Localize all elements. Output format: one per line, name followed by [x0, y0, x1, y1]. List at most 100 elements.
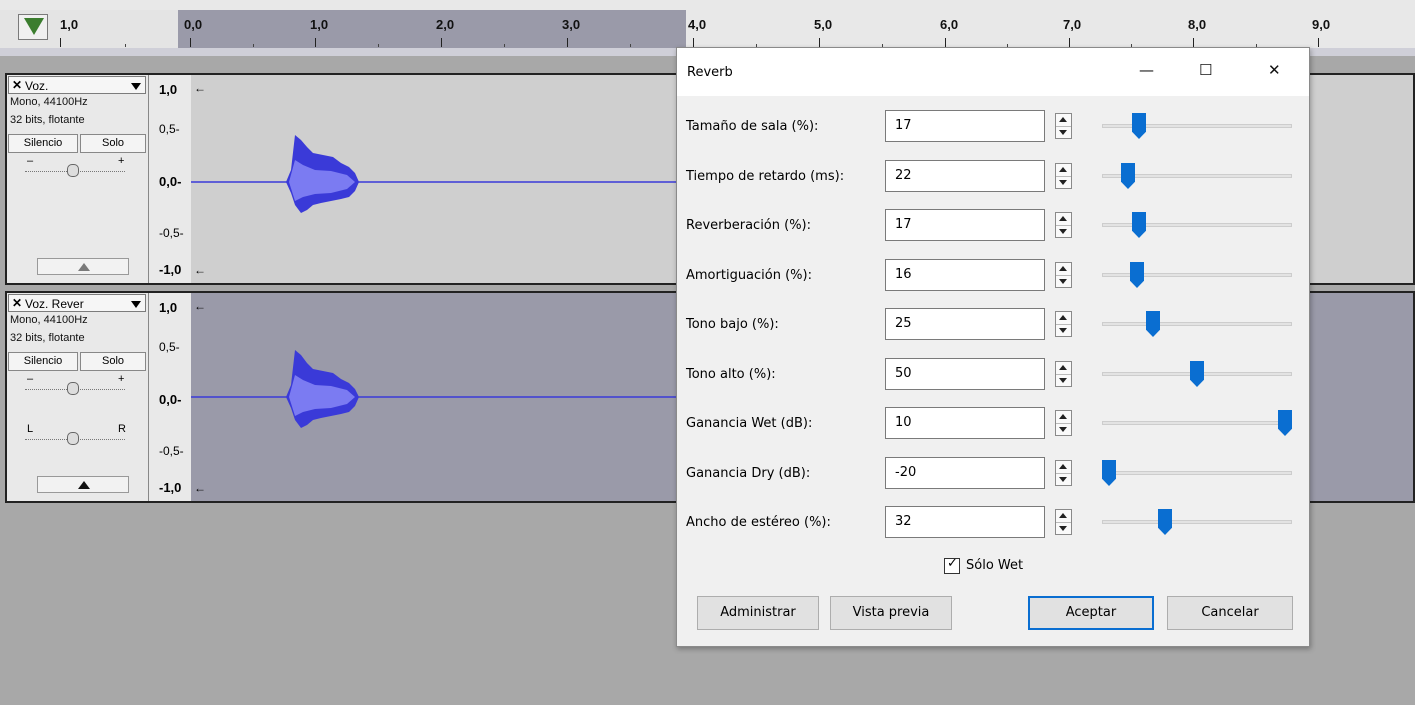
param-input[interactable]: 25: [885, 308, 1045, 340]
spin-up-icon[interactable]: [1059, 414, 1067, 419]
close-track-icon[interactable]: ✕: [12, 78, 22, 92]
ruler-major-tick: [190, 38, 191, 47]
wet-only-label[interactable]: Sólo Wet: [966, 558, 1023, 573]
spin-divider: [1056, 423, 1071, 424]
param-spinner[interactable]: [1055, 262, 1072, 288]
param-slider[interactable]: [1102, 410, 1292, 436]
amplitude-ruler: 1,0 ← 0,5- 0,0- -0,5- -1,0 ←: [149, 293, 206, 501]
gain-slider-thumb[interactable]: [67, 164, 79, 177]
param-input[interactable]: 10: [885, 407, 1045, 439]
spin-down-icon[interactable]: [1059, 279, 1067, 284]
spin-down-icon[interactable]: [1059, 378, 1067, 383]
solo-button[interactable]: Solo: [80, 352, 146, 371]
gain-slider[interactable]: – +: [25, 373, 125, 395]
pan-slider-thumb[interactable]: [67, 432, 79, 445]
preview-button[interactable]: Vista previa: [830, 596, 952, 630]
param-input[interactable]: 22: [885, 160, 1045, 192]
dialog-titlebar[interactable]: Reverb — ☐ ✕: [677, 48, 1309, 96]
play-head-button[interactable]: [18, 14, 48, 40]
slider-thumb[interactable]: [1130, 262, 1144, 288]
mute-button[interactable]: Silencio: [8, 352, 78, 371]
param-input[interactable]: -20: [885, 457, 1045, 489]
mute-button[interactable]: Silencio: [8, 134, 78, 153]
spin-up-icon[interactable]: [1059, 167, 1067, 172]
param-spinner[interactable]: [1055, 212, 1072, 238]
scale-label: 0,5-: [159, 122, 180, 136]
cancel-button[interactable]: Cancelar: [1167, 596, 1293, 630]
spin-down-icon[interactable]: [1059, 427, 1067, 432]
slider-thumb[interactable]: [1158, 509, 1172, 535]
ok-button[interactable]: Aceptar: [1028, 596, 1154, 630]
spin-up-icon[interactable]: [1059, 117, 1067, 122]
param-input[interactable]: 17: [885, 209, 1045, 241]
maximize-icon[interactable]: ☐: [1199, 61, 1212, 79]
collapse-track-button[interactable]: [37, 258, 129, 275]
spin-down-icon[interactable]: [1059, 180, 1067, 185]
param-slider[interactable]: [1102, 311, 1292, 337]
param-slider[interactable]: [1102, 212, 1292, 238]
pan-slider[interactable]: L R: [25, 423, 126, 445]
solo-button[interactable]: Solo: [80, 134, 146, 153]
spin-down-icon[interactable]: [1059, 328, 1067, 333]
ruler-minor-tick: [125, 44, 126, 47]
slider-thumb[interactable]: [1102, 460, 1116, 486]
param-slider[interactable]: [1102, 163, 1292, 189]
param-spinner[interactable]: [1055, 311, 1072, 337]
spin-down-icon[interactable]: [1059, 526, 1067, 531]
param-input[interactable]: 16: [885, 259, 1045, 291]
param-slider[interactable]: [1102, 361, 1292, 387]
minimize-icon[interactable]: —: [1139, 61, 1154, 79]
manage-button[interactable]: Administrar: [697, 596, 819, 630]
param-spinner[interactable]: [1055, 361, 1072, 387]
ruler-major-tick: [1318, 38, 1319, 47]
track-name-menu[interactable]: ✕ Voz. Rever: [8, 294, 146, 312]
param-spinner[interactable]: [1055, 509, 1072, 535]
slider-track: [1102, 471, 1292, 475]
wet-only-checkbox[interactable]: ✓: [944, 556, 960, 574]
param-input[interactable]: 32: [885, 506, 1045, 538]
mute-solo-row: Silencio Solo: [8, 352, 146, 371]
slider-thumb[interactable]: [1190, 361, 1204, 387]
param-spinner[interactable]: [1055, 113, 1072, 139]
param-slider[interactable]: [1102, 509, 1292, 535]
gain-slider-thumb[interactable]: [67, 382, 79, 395]
spin-up-icon[interactable]: [1059, 365, 1067, 370]
scale-label: 0,5-: [159, 340, 180, 354]
spin-down-icon[interactable]: [1059, 130, 1067, 135]
collapse-track-button[interactable]: [37, 476, 129, 493]
slider-thumb[interactable]: [1132, 113, 1146, 139]
ruler-label: 2,0: [436, 17, 455, 32]
param-slider[interactable]: [1102, 113, 1292, 139]
spin-down-icon[interactable]: [1059, 229, 1067, 234]
spin-up-icon[interactable]: [1059, 513, 1067, 518]
spin-up-icon[interactable]: [1059, 315, 1067, 320]
param-spinner[interactable]: [1055, 163, 1072, 189]
gain-slider[interactable]: – +: [25, 155, 125, 177]
ruler-major-tick: [60, 38, 61, 47]
slider-thumb[interactable]: [1121, 163, 1135, 189]
chevron-down-icon: [131, 301, 141, 308]
param-input[interactable]: 50: [885, 358, 1045, 390]
param-slider[interactable]: [1102, 460, 1292, 486]
close-icon[interactable]: ✕: [1268, 61, 1281, 79]
param-input[interactable]: 17: [885, 110, 1045, 142]
param-slider[interactable]: [1102, 262, 1292, 288]
spin-down-icon[interactable]: [1059, 477, 1067, 482]
close-track-icon[interactable]: ✕: [12, 296, 22, 310]
ruler-minor-tick: [630, 44, 631, 47]
spin-up-icon[interactable]: [1059, 216, 1067, 221]
track-format: Mono, 44100Hz: [10, 96, 88, 108]
param-label: Ancho de estéreo (%):: [686, 515, 831, 530]
spin-up-icon[interactable]: [1059, 266, 1067, 271]
scale-label: -0,5-: [159, 444, 184, 458]
chevron-down-icon: [131, 83, 141, 90]
param-spinner[interactable]: [1055, 460, 1072, 486]
spin-up-icon[interactable]: [1059, 464, 1067, 469]
param-label: Ganancia Dry (dB):: [686, 466, 811, 481]
ruler-major-tick: [315, 38, 316, 47]
slider-thumb[interactable]: [1146, 311, 1160, 337]
track-name-menu[interactable]: ✕ Voz.: [8, 76, 146, 94]
slider-thumb[interactable]: [1278, 410, 1292, 436]
param-spinner[interactable]: [1055, 410, 1072, 436]
slider-thumb[interactable]: [1132, 212, 1146, 238]
